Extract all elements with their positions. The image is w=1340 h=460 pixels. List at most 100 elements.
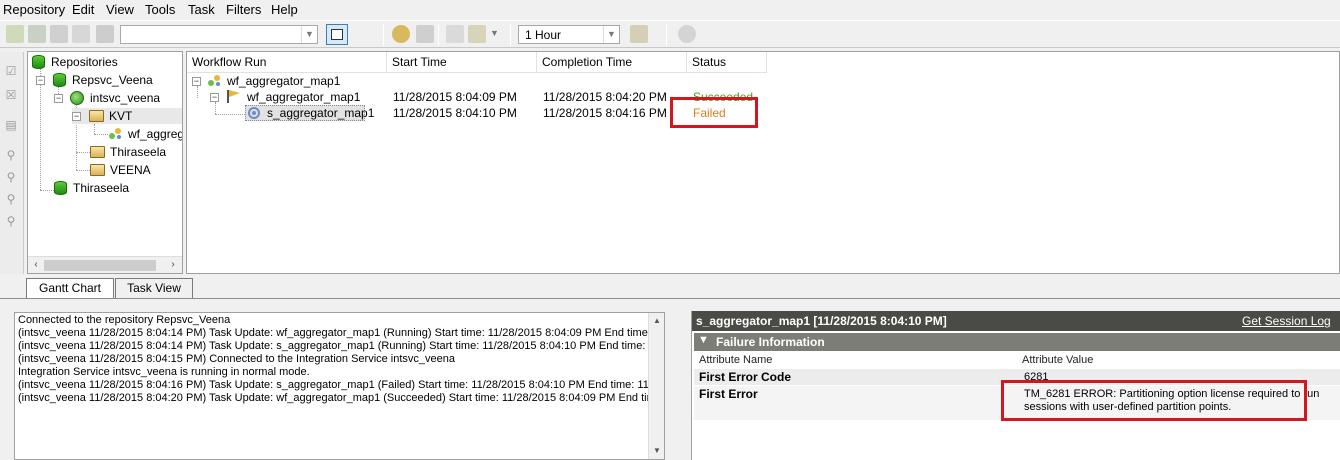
scrollbar-thumb[interactable] xyxy=(44,260,156,271)
log-line: (intsvc_veena 11/28/2015 8:04:14 PM) Tas… xyxy=(18,340,652,352)
section-title: Failure Information xyxy=(716,335,825,349)
task-details-panel: s_aggregator_map1 [11/28/2015 8:04:10 PM… xyxy=(691,311,1340,460)
chevron-down-icon: ▼ xyxy=(301,26,317,43)
repository-combo[interactable]: ▼ xyxy=(120,25,318,44)
get-session-log-link[interactable]: Get Session Log xyxy=(1242,313,1331,329)
collapse-icon[interactable]: − xyxy=(36,76,45,85)
filter-icon[interactable] xyxy=(446,25,464,43)
properties-icon[interactable] xyxy=(630,25,648,43)
toolbar-separator xyxy=(438,24,439,46)
tree-node-repositories[interactable]: Repositories xyxy=(30,54,180,70)
properties-panel-icon[interactable]: ▤ xyxy=(3,118,19,134)
tree-label: intsvc_veena xyxy=(90,91,161,105)
collapse-icon[interactable]: − xyxy=(192,77,201,86)
column-header-workflow-run[interactable]: Workflow Run xyxy=(187,52,387,73)
scroll-left-icon[interactable]: ‹ xyxy=(29,258,43,272)
time-window-select[interactable]: 1 Hour ▼ xyxy=(518,25,620,44)
toolbar: ▼ ▼ 1 Hour ▼ xyxy=(0,20,1340,48)
tree-node-thiraseela-repo[interactable]: Thiraseela xyxy=(54,180,182,196)
toolbar-separator xyxy=(510,24,511,46)
menu-view[interactable]: View xyxy=(106,2,134,18)
disconnect-icon[interactable] xyxy=(28,25,46,43)
menu-bar: Repository Edit View Tools Task Filters … xyxy=(0,0,1340,20)
navigator-icon[interactable]: ☑ xyxy=(3,64,19,80)
session-icon xyxy=(248,107,260,119)
tree-node-intsvc-veena[interactable]: − intsvc_veena xyxy=(54,90,182,106)
collapse-icon[interactable]: − xyxy=(54,94,63,103)
print-preview-icon[interactable] xyxy=(72,25,90,43)
menu-filters[interactable]: Filters xyxy=(226,2,261,18)
scroll-right-icon[interactable]: › xyxy=(166,258,180,272)
tab-task-view[interactable]: Task View xyxy=(115,278,193,299)
menu-help[interactable]: Help xyxy=(271,2,298,18)
log-line: Connected to the repository Repsvc_Veena xyxy=(18,314,231,326)
tree-line xyxy=(215,102,216,114)
first-error-highlight-box xyxy=(1001,380,1307,421)
tree-node-kvt[interactable]: − KVT xyxy=(72,108,182,124)
log-line: Integration Service intsvc_veena is runn… xyxy=(18,366,310,378)
output-log[interactable]: Connected to the repository Repsvc_Veena… xyxy=(14,312,665,460)
start-task-icon[interactable] xyxy=(392,25,410,43)
integration-service-icon xyxy=(70,91,84,105)
zoom-reset-icon[interactable]: ⚲ xyxy=(3,214,19,230)
divider xyxy=(0,298,1340,299)
tree-line xyxy=(94,124,95,134)
workflow-icon xyxy=(109,128,121,139)
workflow-run-name[interactable]: wf_aggregator_map1 xyxy=(227,73,340,89)
tree-label: VEENA xyxy=(110,163,151,177)
task-view-table: Workflow Run Start Time Completion Time … xyxy=(186,51,1340,274)
stop-task-icon[interactable] xyxy=(416,25,434,43)
vertical-toolbar: ☑ ☒ ▤ ⚲ ⚲ ⚲ ⚲ xyxy=(0,52,24,274)
menu-edit[interactable]: Edit xyxy=(72,2,94,18)
zoom-fit-icon[interactable]: ⚲ xyxy=(3,192,19,208)
attribute-name-header: Attribute Name xyxy=(699,354,773,366)
tree-node-thiraseela-folder[interactable]: Thiraseela xyxy=(90,144,182,160)
tree-line xyxy=(76,170,90,171)
view-tabs: Gantt Chart Task View xyxy=(0,274,1340,300)
collapse-icon[interactable]: − xyxy=(210,93,219,102)
tree-label: Repsvc_Veena xyxy=(72,73,153,87)
chevron-down-icon[interactable]: ▼ xyxy=(490,28,499,38)
menu-tools[interactable]: Tools xyxy=(145,2,175,18)
filter-edit-icon[interactable] xyxy=(468,25,486,43)
folder-open-icon xyxy=(89,110,104,122)
grid-view-icon xyxy=(331,29,343,40)
tree-line xyxy=(40,190,54,191)
tree-horizontal-scrollbar[interactable]: ‹ › xyxy=(28,256,182,273)
log-line: (intsvc_veena 11/28/2015 8:04:15 PM) Con… xyxy=(18,353,456,365)
find-icon[interactable] xyxy=(96,25,114,43)
tree-node-workflow[interactable]: wf_aggregator_map1 xyxy=(108,126,182,142)
log-vertical-scrollbar[interactable]: ▲ ▼ xyxy=(648,313,664,459)
output-icon[interactable]: ☒ xyxy=(3,88,19,104)
tree-line xyxy=(94,134,108,135)
print-icon[interactable] xyxy=(50,25,68,43)
column-header-status[interactable]: Status xyxy=(687,52,767,73)
toolbar-separator xyxy=(666,24,667,46)
gear-icon[interactable] xyxy=(678,25,696,43)
menu-task[interactable]: Task xyxy=(188,2,215,18)
menu-repository[interactable]: Repository xyxy=(3,2,65,18)
column-header-completion-time[interactable]: Completion Time xyxy=(537,52,687,73)
zoom-in-icon[interactable]: ⚲ xyxy=(3,148,19,164)
zoom-out-icon[interactable]: ⚲ xyxy=(3,170,19,186)
tree-label: KVT xyxy=(109,109,133,123)
failure-information-section[interactable]: ▼ Failure Information xyxy=(694,333,1340,351)
column-header-start-time[interactable]: Start Time xyxy=(387,52,537,73)
database-icon xyxy=(53,73,66,87)
tree-label: Repositories xyxy=(51,55,118,69)
connect-icon[interactable] xyxy=(6,25,24,43)
collapse-icon[interactable]: − xyxy=(72,112,81,121)
tree-node-repsvc-veena[interactable]: − Repsvc_Veena xyxy=(36,72,182,88)
scroll-down-icon[interactable]: ▼ xyxy=(651,445,663,457)
workflow-run-name[interactable]: wf_aggregator_map1 xyxy=(247,89,360,105)
tab-gantt-chart[interactable]: Gantt Chart xyxy=(26,278,114,299)
start-time: 11/28/2015 8:04:09 PM xyxy=(393,90,517,104)
collapse-triangle-icon[interactable]: ▼ xyxy=(698,334,709,346)
session-run-name[interactable]: s_aggregator_map1 xyxy=(267,105,374,121)
workflow-icon xyxy=(208,75,220,86)
gantt-view-toggle[interactable] xyxy=(326,24,348,45)
tree-node-veena-folder[interactable]: VEENA xyxy=(90,162,182,178)
scroll-up-icon[interactable]: ▲ xyxy=(651,315,663,327)
log-line: (intsvc_veena 11/28/2015 8:04:16 PM) Tas… xyxy=(18,379,652,391)
database-icon xyxy=(54,181,67,195)
